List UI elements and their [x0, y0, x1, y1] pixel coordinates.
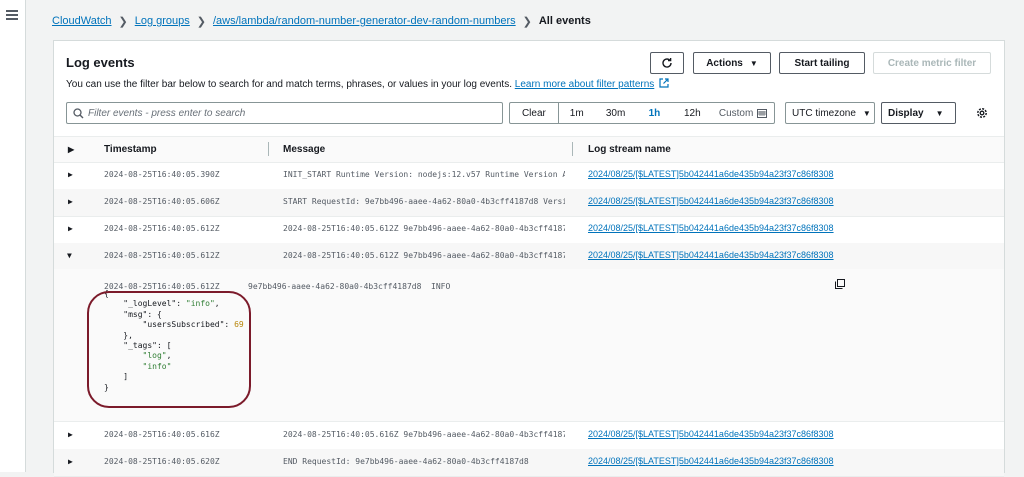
timezone-label: UTC timezone [792, 107, 856, 119]
table-row[interactable]: ▶ 2024-08-25T16:40:05.620Z END RequestId… [54, 449, 1004, 477]
external-link-icon[interactable] [659, 78, 669, 88]
custom-label: Custom [718, 107, 754, 119]
row-message: 2024-08-25T16:40:05.616Z 9e7bb496-aaee-4… [283, 430, 565, 439]
copy-icon[interactable] [835, 279, 845, 289]
range-1m[interactable]: 1m [559, 103, 595, 123]
table-row[interactable]: ▶ 2024-08-25T16:40:05.390Z INIT_START Ru… [54, 162, 1004, 190]
timezone-select[interactable]: UTC timezone ▼ [785, 102, 875, 124]
table-row[interactable]: ▶ 2024-08-25T16:40:05.606Z START Request… [54, 189, 1004, 217]
row-timestamp: 2024-08-25T16:40:05.612Z [104, 251, 220, 260]
breadcrumb-cloudwatch[interactable]: CloudWatch [52, 15, 112, 27]
annotation-circle [87, 291, 251, 408]
chevron-right-icon: ❯ [522, 15, 532, 28]
collapse-row-icon[interactable]: ▼ [67, 251, 72, 260]
header-log-stream[interactable]: Log stream name [588, 144, 671, 155]
detail-request-id: 9e7bb496-aaee-4a62-80a0-4b3cff4187d8 [248, 282, 422, 291]
row-timestamp: 2024-08-25T16:40:05.612Z [104, 224, 220, 233]
column-divider[interactable] [268, 142, 269, 156]
log-events-panel: Log events You can use the filter bar be… [53, 40, 1005, 477]
row-message: 2024-08-25T16:40:05.612Z 9e7bb496-aaee-4… [283, 251, 565, 260]
row-timestamp: 2024-08-25T16:40:05.390Z [104, 170, 220, 179]
display-label: Display [888, 107, 924, 119]
expand-row-icon[interactable]: ▶ [68, 224, 73, 233]
display-select[interactable]: Display ▼ [881, 102, 956, 124]
expand-all-icon[interactable]: ▶ [68, 145, 74, 154]
row-stream-link[interactable]: 2024/08/25/[$LATEST]5b042441a6de435b94a2… [588, 250, 834, 260]
description-text: You can use the filter bar below to sear… [66, 79, 512, 90]
table-header: ▶ Timestamp Message Log stream name [54, 136, 1004, 163]
expand-row-icon[interactable]: ▶ [68, 197, 73, 206]
expand-row-icon[interactable]: ▶ [68, 170, 73, 179]
filter-events-input[interactable] [88, 104, 502, 122]
breadcrumb-current: All events [538, 15, 591, 27]
row-message: START RequestId: 9e7bb496-aaee-4a62-80a0… [283, 197, 565, 206]
range-12h[interactable]: 12h [672, 103, 712, 123]
expand-row-icon[interactable]: ▶ [68, 457, 73, 466]
panel-description: You can use the filter bar below to sear… [66, 78, 669, 90]
search-icon [73, 107, 84, 118]
row-stream-link[interactable]: 2024/08/25/[$LATEST]5b042441a6de435b94a2… [588, 429, 834, 439]
chevron-right-icon: ❯ [118, 15, 128, 28]
actions-label: Actions [706, 57, 743, 69]
clear-range-button[interactable]: Clear [510, 103, 559, 123]
actions-button[interactable]: Actions ▼ [693, 52, 771, 74]
gear-icon[interactable] [975, 106, 989, 120]
filter-search-box [66, 102, 503, 124]
refresh-icon [662, 58, 672, 68]
row-timestamp: 2024-08-25T16:40:05.616Z [104, 430, 220, 439]
range-1h[interactable]: 1h [637, 103, 673, 123]
table-row[interactable]: ▶ 2024-08-25T16:40:05.616Z 2024-08-25T16… [54, 422, 1004, 450]
header-message[interactable]: Message [283, 144, 325, 155]
detail-level: INFO [431, 282, 451, 291]
caret-down-icon: ▼ [935, 108, 944, 118]
range-30m[interactable]: 30m [595, 103, 637, 123]
range-custom[interactable]: Custom [712, 103, 774, 123]
learn-more-link[interactable]: Learn more about filter patterns [515, 79, 655, 90]
row-stream-link[interactable]: 2024/08/25/[$LATEST]5b042441a6de435b94a2… [588, 169, 834, 179]
expanded-log-detail: 2024-08-25T16:40:05.612Z 9e7bb496-aaee-4… [54, 269, 1004, 422]
time-range-selector: Clear 1m 30m 1h 12h Custom [509, 102, 775, 124]
create-metric-filter-button[interactable]: Create metric filter [873, 52, 991, 74]
header-timestamp[interactable]: Timestamp [104, 144, 157, 155]
calendar-icon [757, 109, 768, 118]
table-row-expanded[interactable]: ▼ 2024-08-25T16:40:05.612Z 2024-08-25T16… [54, 243, 1004, 271]
row-timestamp: 2024-08-25T16:40:05.606Z [104, 197, 220, 206]
breadcrumb-log-group[interactable]: /aws/lambda/random-number-generator-dev-… [213, 15, 516, 27]
row-message: 2024-08-25T16:40:05.612Z 9e7bb496-aaee-4… [283, 224, 565, 233]
row-message: INIT_START Runtime Version: nodejs:12.v5… [283, 170, 565, 179]
breadcrumb: CloudWatch ❯ Log groups ❯ /aws/lambda/ra… [52, 13, 591, 29]
refresh-button[interactable] [650, 52, 684, 74]
column-divider[interactable] [572, 142, 573, 156]
chevron-right-icon: ❯ [196, 15, 206, 28]
page-title: Log events [66, 55, 135, 70]
expand-row-icon[interactable]: ▶ [68, 430, 73, 439]
caret-down-icon: ▼ [749, 58, 758, 68]
left-navigation-rail [0, 0, 26, 472]
hamburger-menu-icon[interactable] [6, 10, 18, 20]
row-stream-link[interactable]: 2024/08/25/[$LATEST]5b042441a6de435b94a2… [588, 456, 834, 466]
row-timestamp: 2024-08-25T16:40:05.620Z [104, 457, 220, 466]
table-row[interactable]: ▶ 2024-08-25T16:40:05.612Z 2024-08-25T16… [54, 216, 1004, 244]
breadcrumb-log-groups[interactable]: Log groups [135, 15, 190, 27]
row-stream-link[interactable]: 2024/08/25/[$LATEST]5b042441a6de435b94a2… [588, 196, 834, 206]
row-message: END RequestId: 9e7bb496-aaee-4a62-80a0-4… [283, 457, 529, 466]
row-stream-link[interactable]: 2024/08/25/[$LATEST]5b042441a6de435b94a2… [588, 223, 834, 233]
start-tailing-button[interactable]: Start tailing [779, 52, 865, 74]
caret-down-icon: ▼ [862, 108, 871, 118]
